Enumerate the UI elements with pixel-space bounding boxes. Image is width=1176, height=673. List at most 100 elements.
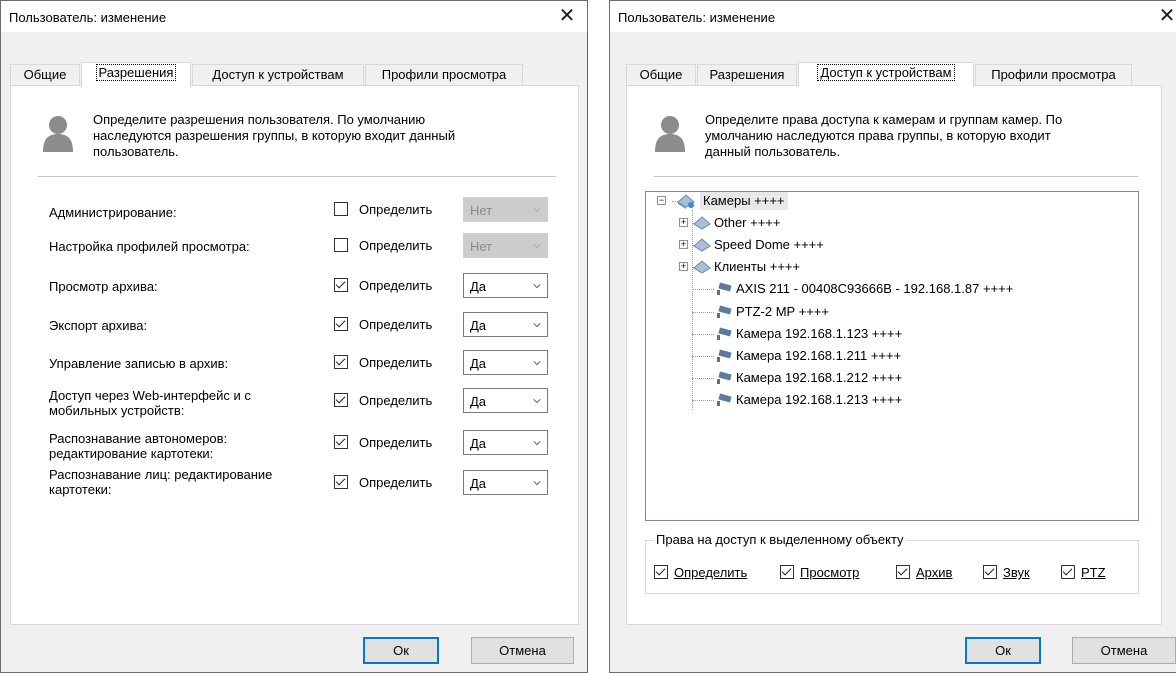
camera-group-icon: [693, 260, 711, 274]
tree-line: [692, 334, 714, 335]
title-bar: Пользователь: изменение ✕: [1, 1, 587, 32]
permission-label: Администрирование:: [49, 205, 177, 220]
tab-permissions[interactable]: Разрешения: [697, 64, 797, 85]
define-label: Определить: [359, 238, 433, 253]
camera-icon: [717, 305, 732, 318]
expand-icon[interactable]: +: [679, 218, 688, 227]
chevron-down-icon: [533, 284, 541, 289]
permission-label: Распознавание лиц: редактирование картот…: [49, 467, 273, 497]
camera-icon: [717, 349, 732, 362]
window-title: Пользователь: изменение: [9, 10, 167, 25]
define-label: Определить: [359, 475, 433, 490]
chevron-down-icon: [533, 441, 541, 446]
expand-icon[interactable]: +: [679, 240, 688, 249]
permission-select[interactable]: Да: [463, 273, 548, 298]
permission-label: Экспорт архива:: [49, 318, 148, 333]
access-ptz-label: PTZ: [1081, 565, 1106, 580]
expand-icon[interactable]: +: [679, 262, 688, 271]
define-label: Определить: [359, 393, 433, 408]
permission-select[interactable]: Нет: [463, 233, 548, 258]
permission-select[interactable]: Да: [463, 388, 548, 413]
permissions-description: Определите разрешения пользователя. По у…: [93, 112, 456, 159]
camera-icon: [717, 282, 732, 295]
camera-tree[interactable]: − Камеры ++++ + Other ++++ + Speed Dome …: [645, 191, 1139, 521]
permission-label: Управление записью в архив:: [49, 356, 229, 371]
tab-general[interactable]: Общие: [626, 64, 696, 85]
define-label: Определить: [359, 317, 433, 332]
define-label: Определить: [359, 202, 433, 217]
define-checkbox[interactable]: [334, 317, 348, 331]
permissions-panel: Определите разрешения пользователя. По у…: [10, 85, 579, 625]
permission-select[interactable]: Да: [463, 312, 548, 337]
tree-line: [692, 356, 714, 357]
separator: [654, 176, 1138, 177]
access-rights-group: Права на доступ к выделенному объекту Оп…: [645, 532, 1139, 594]
tab-view-profiles[interactable]: Профили просмотра: [975, 64, 1132, 85]
camera-icon: [717, 371, 732, 384]
define-checkbox[interactable]: [334, 278, 348, 292]
chevron-down-icon: [533, 361, 541, 366]
close-icon: ✕: [1158, 5, 1176, 27]
close-icon: ✕: [558, 5, 576, 27]
camera-group-icon: [693, 216, 711, 230]
access-archive-checkbox[interactable]: [896, 565, 910, 579]
access-ptz-checkbox[interactable]: [1061, 565, 1075, 579]
user-edit-dialog-device-access: Пользователь: изменение ✕ Общие Разрешен…: [609, 0, 1176, 673]
ok-button[interactable]: Ок: [965, 637, 1041, 664]
access-define-checkbox[interactable]: [654, 565, 668, 579]
tree-line: [692, 378, 714, 379]
camera-group-icon: [677, 194, 695, 209]
chevron-down-icon: [533, 244, 541, 249]
tab-view-profiles[interactable]: Профили просмотра: [365, 64, 523, 85]
access-view-checkbox[interactable]: [780, 565, 794, 579]
cancel-button[interactable]: Отмена: [1072, 637, 1176, 664]
device-access-description: Определите права доступа к камерам и гру…: [705, 112, 1063, 159]
tab-permissions[interactable]: Разрешения: [81, 62, 191, 87]
access-rights-title: Права на доступ к выделенному объекту: [654, 532, 906, 547]
permission-label: Просмотр архива:: [49, 279, 158, 294]
user-icon: [43, 116, 73, 152]
separator: [38, 176, 556, 177]
ok-button[interactable]: Ок: [363, 637, 439, 664]
tab-general[interactable]: Общие: [10, 64, 80, 85]
device-access-panel: Определите права доступа к камерам и гру…: [626, 85, 1162, 625]
permission-select[interactable]: Нет: [463, 197, 548, 222]
define-checkbox[interactable]: [334, 355, 348, 369]
user-icon: [655, 116, 685, 152]
define-checkbox[interactable]: [334, 238, 348, 252]
camera-group-icon: [693, 238, 711, 252]
window-title: Пользователь: изменение: [618, 10, 776, 25]
define-checkbox[interactable]: [334, 393, 348, 407]
close-button[interactable]: ✕: [1147, 3, 1176, 30]
collapse-icon[interactable]: −: [657, 196, 666, 205]
define-checkbox[interactable]: [334, 475, 348, 489]
chevron-down-icon: [533, 399, 541, 404]
access-archive-label: Архив: [916, 565, 953, 580]
tree-line: [692, 312, 714, 313]
access-view-label: Просмотр: [800, 565, 860, 580]
chevron-down-icon: [533, 323, 541, 328]
camera-icon: [717, 327, 732, 340]
permission-label: Настройка профилей просмотра:: [49, 239, 250, 254]
permission-select[interactable]: Да: [463, 470, 548, 495]
chevron-down-icon: [533, 481, 541, 486]
tab-device-access[interactable]: Доступ к устройствам: [798, 62, 974, 87]
define-label: Определить: [359, 278, 433, 293]
permission-label: Распознавание автономеров: редактировани…: [49, 431, 228, 461]
permission-select[interactable]: Да: [463, 350, 548, 375]
cancel-button[interactable]: Отмена: [471, 637, 574, 664]
define-label: Определить: [359, 355, 433, 370]
permission-label: Доступ через Web-интерфейс и с мобильных…: [49, 388, 251, 418]
title-bar: Пользователь: изменение ✕: [610, 1, 1176, 32]
permission-select[interactable]: Да: [463, 430, 548, 455]
define-checkbox[interactable]: [334, 202, 348, 216]
define-checkbox[interactable]: [334, 435, 348, 449]
tree-line: [692, 400, 714, 401]
access-sound-checkbox[interactable]: [983, 565, 997, 579]
define-label: Определить: [359, 435, 433, 450]
chevron-down-icon: [533, 208, 541, 213]
camera-icon: [717, 393, 732, 406]
tab-device-access[interactable]: Доступ к устройствам: [192, 64, 364, 85]
access-define-label: Определить: [674, 565, 748, 580]
close-button[interactable]: ✕: [547, 3, 587, 30]
